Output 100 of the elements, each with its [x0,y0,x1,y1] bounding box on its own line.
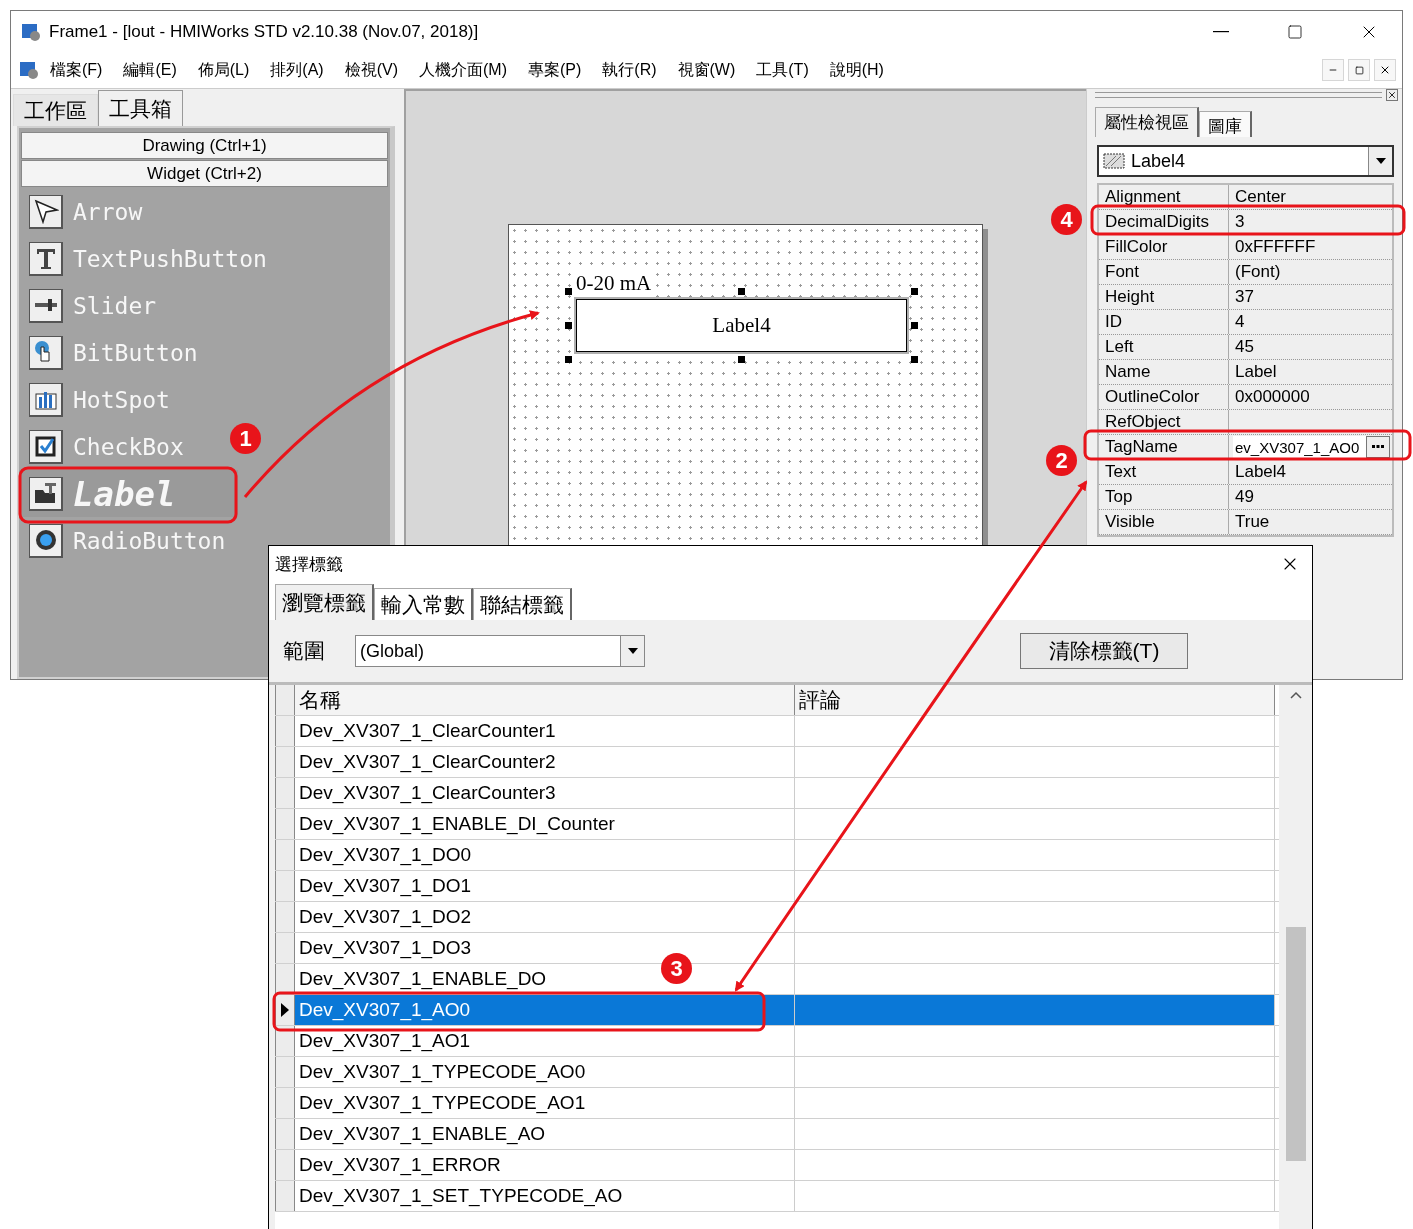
caret-icon [627,648,638,654]
table-row[interactable]: Dev_XV307_1_ENABLE_DI_Counter [275,809,1279,840]
table-row[interactable]: Dev_XV307_1_DO0 [275,840,1279,871]
resize-handle[interactable] [565,288,572,295]
current-row-icon [281,1003,289,1017]
property-name: TagName [1099,435,1229,459]
menu-item[interactable]: 專案(P) [516,55,592,85]
minimize-button[interactable] [1322,59,1344,81]
property-name: Alignment [1099,185,1229,209]
scroll-up-icon [1289,691,1302,699]
property-value: 0x000000 [1234,387,1311,407]
property-name: Text [1099,460,1229,484]
scope-label: 範圍 [283,638,325,664]
resize-handle[interactable] [565,356,572,363]
close-icon [1387,90,1397,100]
property-value: 0xFFFFFF [1234,237,1317,257]
property-value: Label [1234,362,1278,382]
dialog-tab[interactable]: 瀏覽標籤 [275,584,374,620]
panel-tab[interactable]: 圖庫 [1199,111,1252,137]
dialog-tab[interactable]: 聯結標籤 [473,588,572,620]
close-icon [1379,64,1391,76]
resize-handle[interactable] [911,322,918,329]
property-name: Visible [1099,510,1229,534]
tag-input-field[interactable]: ev_XV307_1_AO0 [1233,436,1366,458]
resize-handle[interactable] [565,322,572,329]
column-header[interactable]: 名稱 [295,685,795,715]
table-row[interactable]: Dev_XV307_1_SET_TYPECODE_AO [275,1181,1279,1212]
dropdown-button[interactable] [620,636,644,666]
table-row[interactable]: Dev_XV307_1_AO1 [275,1026,1279,1057]
menu-item[interactable]: 人機介面(M) [408,55,517,85]
property-value: 4 [1234,312,1246,332]
close-button[interactable] [1386,89,1398,101]
menu-item[interactable]: 排列(A) [259,55,334,85]
property-name: ID [1099,310,1229,334]
caret-icon [1375,158,1386,164]
property-value: 49 [1234,487,1255,507]
app-icon [19,60,39,80]
property-value: 45 [1234,337,1255,357]
table-row[interactable]: Dev_XV307_1_ClearCounter2 [275,747,1279,778]
property-name: DecimalDigits [1099,210,1229,234]
clear-tag-button[interactable]: 清除標籤(T) [1020,633,1188,669]
table-row[interactable]: Dev_XV307_1_TYPECODE_AO0 [275,1057,1279,1088]
property-value: Center [1234,187,1288,207]
property-name: Top [1099,485,1229,509]
property-name: Name [1099,360,1229,384]
menu-item[interactable]: 視窗(W) [666,55,746,85]
object-selector[interactable]: Label4 [1097,145,1394,177]
menu-item[interactable]: 檢視(V) [333,55,408,85]
menu-item[interactable]: 佈局(L) [186,55,260,85]
ellipsis-icon [1372,445,1384,449]
resize-handle[interactable] [911,288,918,295]
resize-handle[interactable] [738,356,745,363]
table-row[interactable]: Dev_XV307_1_DO2 [275,902,1279,933]
table-row[interactable]: Dev_XV307_1_TYPECODE_AO1 [275,1088,1279,1119]
table-row[interactable]: Dev_XV307_1_AO0 [275,995,1279,1026]
scope-dropdown[interactable]: (Global) [355,635,645,667]
table-cell: Dev_XV307_1_AO0 [295,995,795,1025]
column-header[interactable]: 評論 [795,685,1275,715]
window-title: Frame1 - [lout - HMIWorks STD v2.10.38 (Nov.07, 2018)] [49,21,480,42]
table-row[interactable]: Dev_XV307_1_DO1 [275,871,1279,902]
browse-button[interactable] [1366,436,1390,458]
property-name: Left [1099,335,1229,359]
table-row[interactable]: Dev_XV307_1_ERROR [275,1150,1279,1181]
property-name: Font [1099,260,1229,284]
panel-tab[interactable]: 工具箱 [98,90,183,126]
menu-item[interactable]: 工具(T) [745,55,819,85]
restore-icon [1354,65,1364,75]
group-button[interactable]: Drawing (Ctrl+1) [21,132,388,159]
resize-handle[interactable] [738,288,745,295]
property-name: OutlineColor [1099,385,1229,409]
menu-item[interactable]: 檔案(F) [39,55,113,85]
scrollbar[interactable] [1279,685,1312,1229]
minimize-icon [1213,30,1229,33]
property-value: Label4 [1234,462,1288,482]
panel-tab[interactable]: 工作區 [13,94,98,126]
pointer-icon [32,198,59,224]
property-value: 3 [1234,212,1246,232]
property-name: FillColor [1099,235,1229,259]
dialog-tab[interactable]: 輸入常數 [374,588,473,620]
maximize-icon [1287,23,1303,40]
property-value: True [1234,512,1271,532]
dialog-title: 選擇標籤 [275,553,344,576]
table-row[interactable]: Dev_XV307_1_ENABLE_AO [275,1119,1279,1150]
resize-handle[interactable] [911,356,918,363]
menu-item[interactable]: 編輯(E) [112,55,187,85]
table-row[interactable]: Dev_XV307_1_ClearCounter3 [275,778,1279,809]
property-value: (Font) [1234,262,1282,282]
property-value: 37 [1234,287,1255,307]
dropdown-button[interactable] [1368,147,1392,175]
row-header [275,685,295,715]
app-icon [21,21,41,42]
property-name: RefObject [1099,410,1229,434]
group-button[interactable]: Widget (Ctrl+2) [21,160,388,187]
table-row[interactable]: Dev_XV307_1_ClearCounter1 [275,716,1279,747]
row-header[interactable] [275,995,295,1025]
menu-item[interactable]: 說明(H) [818,55,894,85]
panel-tab[interactable]: 屬性檢視區 [1095,107,1199,137]
property-name: Height [1099,285,1229,309]
menu-item[interactable]: 執行(R) [591,55,667,85]
label-icon [32,480,59,506]
